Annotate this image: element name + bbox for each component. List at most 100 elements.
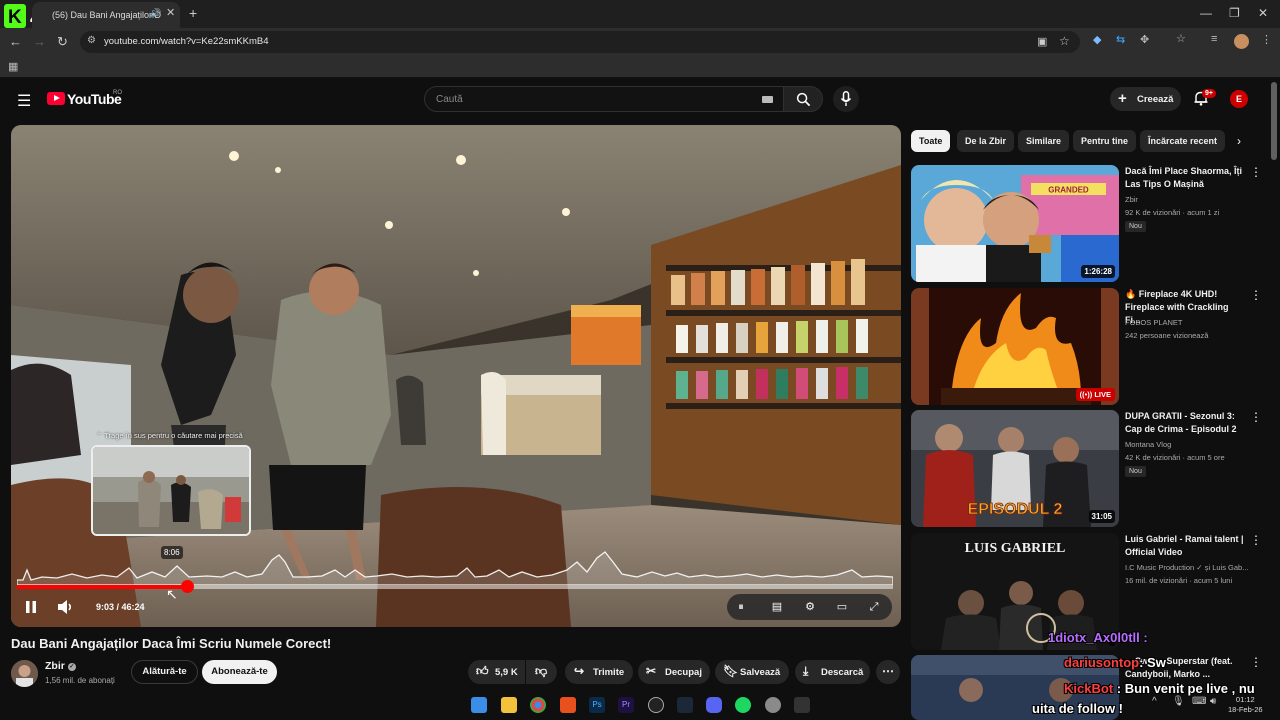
photoshop-icon[interactable]: Ps <box>589 697 605 713</box>
account-avatar[interactable]: E <box>1230 90 1248 108</box>
miniplayer-icon[interactable]: ▭ <box>834 599 850 615</box>
download-button[interactable]: ⤓ Descarcă <box>795 660 870 684</box>
channel-name[interactable]: FOBOS PLANET <box>1125 318 1183 327</box>
video-title[interactable]: DUPA GRATII - Sezonul 3: Cap de Crima - … <box>1125 410 1245 436</box>
channel-avatar[interactable] <box>11 660 38 687</box>
minimize-icon[interactable]: — <box>1200 6 1212 20</box>
video-title[interactable]: Luis Gabriel - Ramai talent | Official V… <box>1125 533 1245 559</box>
clip-button[interactable]: ✂ Decupaj <box>638 660 710 684</box>
channel-name-text: Zbir <box>45 660 65 672</box>
like-button[interactable]: 👍︎ 5,9 K <box>468 660 525 684</box>
channel-name[interactable]: Zbir <box>1125 195 1138 204</box>
app-icon[interactable] <box>794 697 810 713</box>
spotify-icon[interactable] <box>735 697 751 713</box>
obs-icon[interactable] <box>648 697 664 713</box>
thumbnail-text: EPISODUL 2 <box>968 501 1063 518</box>
search-input[interactable]: Caută <box>424 86 784 112</box>
more-vertical-icon[interactable]: ⋮ <box>1250 165 1262 179</box>
apps-grid-icon[interactable]: ▦ <box>8 60 18 73</box>
autoplay-toggle-icon[interactable]: ⏸ <box>733 599 749 615</box>
create-label: Creează <box>1137 94 1174 105</box>
forward-icon[interactable]: → <box>33 34 46 49</box>
back-icon[interactable]: ← <box>9 34 22 49</box>
video-meta: 16 mil. de vizionări · acum 5 luni <box>1125 576 1233 585</box>
video-thumbnail[interactable]: GRANDED 1:26:28 <box>911 165 1119 282</box>
speaker-icon[interactable]: 🔊 <box>150 8 161 19</box>
cast-icon[interactable]: ▣ <box>1037 35 1047 48</box>
hamburger-menu-icon[interactable]: ☰ <box>17 91 31 111</box>
extension-icon[interactable]: ◆ <box>1093 33 1101 46</box>
premiere-icon[interactable]: Pr <box>618 697 634 713</box>
more-actions-button[interactable]: ⋯ <box>876 660 900 684</box>
discord-icon[interactable] <box>706 697 722 713</box>
profile-avatar-icon[interactable] <box>1234 34 1249 49</box>
more-vertical-icon[interactable]: ⋮ <box>1250 533 1262 547</box>
channel-name[interactable]: Montana Vlog <box>1125 440 1171 449</box>
site-info-icon[interactable]: ⚙ <box>87 35 96 46</box>
progress-bar[interactable] <box>17 585 893 589</box>
fullscreen-icon[interactable]: ⤢ <box>866 599 882 615</box>
video-thumbnail[interactable]: EPISODUL 2 31:05 <box>911 410 1119 527</box>
save-button[interactable]: 🔖︎ Salvează <box>715 660 789 684</box>
translate-icon[interactable]: ⇆ <box>1116 33 1125 46</box>
chrome-icon[interactable] <box>530 697 546 713</box>
video-title[interactable]: Dacă Îmi Place Shaorma, Îți Las Tips O M… <box>1125 165 1245 191</box>
create-button[interactable]: + Creează <box>1110 87 1181 111</box>
chip-recently-uploaded[interactable]: Încărcate recent <box>1140 130 1226 152</box>
extensions-puzzle-icon[interactable]: ✥ <box>1140 33 1149 46</box>
volume-icon[interactable] <box>54 596 76 618</box>
channel-name[interactable]: Zbir ✓ <box>45 660 76 672</box>
chip-related[interactable]: Similare <box>1018 130 1070 152</box>
subtitles-icon[interactable]: ▤ <box>769 599 785 615</box>
steam-icon[interactable] <box>677 697 693 713</box>
progress-played <box>17 585 188 589</box>
search-button[interactable] <box>783 86 823 112</box>
voice-search-button[interactable] <box>833 86 859 112</box>
join-button[interactable]: Alătură-te <box>131 660 198 684</box>
chat-user: KickBot <box>1064 681 1114 696</box>
page-scrollbar[interactable] <box>1271 82 1277 160</box>
related-filter-chips: Toate De la Zbir Similare Pentru tine În… <box>911 130 1251 154</box>
chip-all[interactable]: Toate <box>911 130 951 152</box>
more-vertical-icon[interactable]: ⋮ <box>1250 410 1262 424</box>
dislike-button[interactable]: 👎︎ <box>526 660 557 684</box>
maximize-icon[interactable]: ❐ <box>1229 6 1240 20</box>
omnibox[interactable]: ⚙ youtube.com/watch?v=Ke22smKKmB4 ▣ ☆ <box>80 31 1080 53</box>
settings-gear-icon[interactable]: ⚙ <box>802 599 818 615</box>
reading-list-icon[interactable]: ≡ <box>1211 33 1217 45</box>
network-icon[interactable]: ⌨ <box>1192 696 1206 707</box>
chevron-right-icon[interactable]: › <box>1237 134 1241 148</box>
url-text[interactable]: youtube.com/watch?v=Ke22smKKmB4 <box>104 36 269 47</box>
chip-for-you[interactable]: Pentru tine <box>1073 130 1137 152</box>
volume-tray-icon[interactable]: 🔊︎ <box>1210 696 1216 707</box>
recommended-video[interactable]: GRANDED 1:26:28 Dacă Îmi Place Shaorma, … <box>911 165 1262 283</box>
brave-icon[interactable] <box>560 697 576 713</box>
window-close-icon[interactable]: ✕ <box>1258 6 1268 20</box>
share-button[interactable]: ↪ Trimite <box>565 660 633 684</box>
recommended-video[interactable]: ((•)) LIVE 🔥 Fireplace 4K UHD! Fireplace… <box>911 288 1262 406</box>
more-vertical-icon[interactable]: ⋮ <box>1250 288 1262 302</box>
pause-button[interactable] <box>20 596 42 618</box>
chrome-menu-icon[interactable]: ⋮ <box>1261 33 1272 46</box>
file-explorer-icon[interactable] <box>501 697 517 713</box>
share-arrow-icon: ↪ <box>574 664 585 678</box>
settings-icon[interactable] <box>765 697 781 713</box>
youtube-logo-icon[interactable] <box>47 92 65 105</box>
close-tab-icon[interactable]: ✕ <box>166 6 175 19</box>
keyboard-icon[interactable] <box>762 96 773 103</box>
share-label: Trimite <box>593 667 625 678</box>
video-thumbnail[interactable]: ((•)) LIVE <box>911 288 1119 405</box>
clock-time: 01:12 <box>1235 695 1255 704</box>
microphone-tray-icon[interactable]: 🎙︎ <box>1172 696 1185 707</box>
recommended-video[interactable]: EPISODUL 2 31:05 DUPA GRATII - Sezonul 3… <box>911 410 1262 528</box>
chevron-up-icon[interactable]: ^ <box>1152 696 1157 707</box>
windows-start-icon[interactable] <box>471 697 487 713</box>
new-tab-icon[interactable]: + <box>189 5 197 21</box>
bookmark-star-icon[interactable]: ☆ <box>1059 34 1070 48</box>
chip-from-zbir[interactable]: De la Zbir <box>957 130 1015 152</box>
channel-name[interactable]: I.C Music Production ✓ și Luis Gab... <box>1125 563 1248 572</box>
taskbar-clock[interactable]: 01:12 18-Feb-26 <box>1228 695 1263 715</box>
bookmarks-icon[interactable]: ☆ <box>1176 32 1186 45</box>
reload-icon[interactable]: ↻ <box>57 34 68 50</box>
subscribe-button[interactable]: Abonează-te <box>202 660 277 684</box>
